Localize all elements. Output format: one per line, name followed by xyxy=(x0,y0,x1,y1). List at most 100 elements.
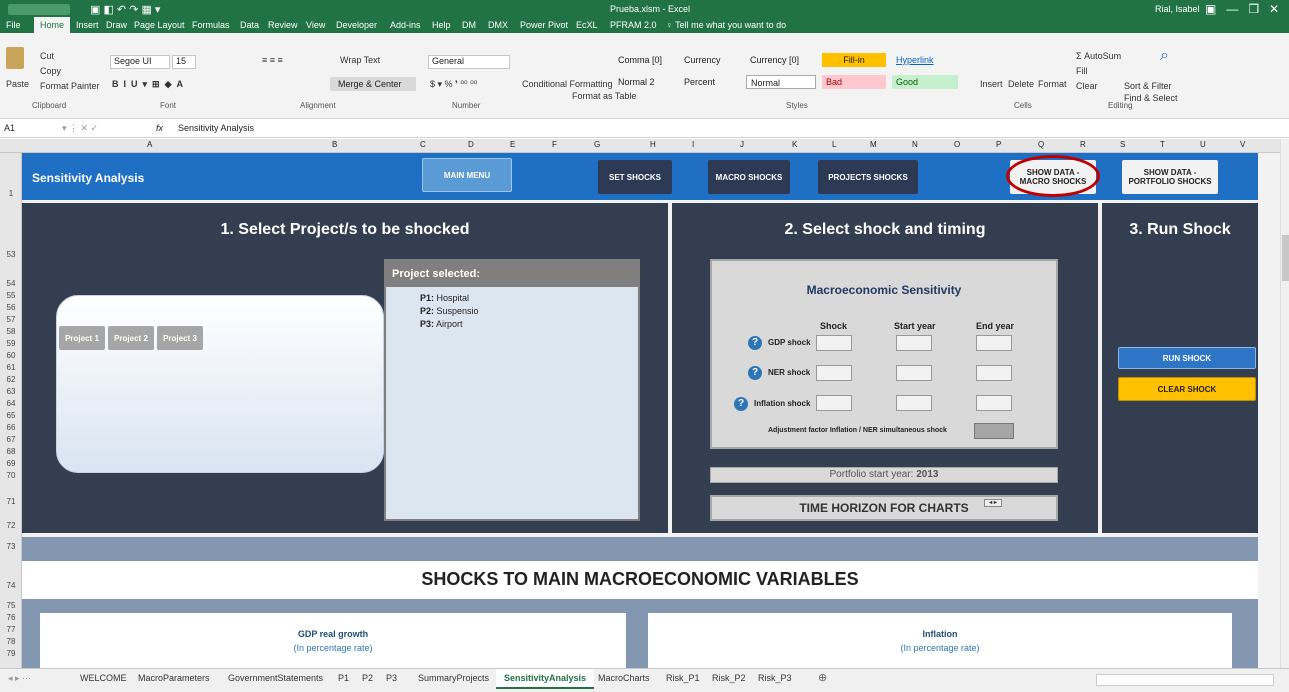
menu-pfram[interactable]: PFRAM 2.0 xyxy=(610,20,657,30)
menu-addins[interactable]: Add-ins xyxy=(390,20,421,30)
clear-button[interactable]: Clear xyxy=(1076,81,1098,91)
name-box[interactable]: A1 xyxy=(4,123,15,133)
horizontal-scrollbar[interactable] xyxy=(1096,674,1274,686)
help-icon[interactable]: ? xyxy=(748,366,762,380)
worksheet[interactable]: Sensitivity Analysis MAIN MENU SET SHOCK… xyxy=(22,153,1280,668)
menu-home[interactable]: Home xyxy=(34,17,71,33)
show-data-portfolio-button[interactable]: SHOW DATA - PORTFOLIO SHOCKS xyxy=(1122,160,1218,194)
row-header[interactable]: 67 xyxy=(0,435,22,444)
alignment-buttons[interactable]: ≡ ≡ ≡ xyxy=(262,55,283,65)
project-1-button[interactable]: Project 1 xyxy=(59,326,105,350)
style-normal[interactable]: Normal xyxy=(746,75,816,89)
style-normal2[interactable]: Normal 2 xyxy=(614,75,674,89)
row-header[interactable]: 78 xyxy=(0,637,22,646)
row-header[interactable]: 59 xyxy=(0,339,22,348)
inflation-start-input[interactable] xyxy=(896,395,932,411)
help-icon[interactable]: ? xyxy=(748,336,762,350)
col-header[interactable]: L xyxy=(832,140,836,149)
inflation-end-input[interactable] xyxy=(976,395,1012,411)
tab-governmentstatements[interactable]: GovernmentStatements xyxy=(228,673,323,683)
col-header[interactable]: R xyxy=(1080,140,1086,149)
paste-icon[interactable] xyxy=(6,47,24,69)
menu-ecxl[interactable]: EcXL xyxy=(576,20,598,30)
clear-shock-button[interactable]: CLEAR SHOCK xyxy=(1118,377,1256,401)
tab-macroparameters[interactable]: MacroParameters xyxy=(138,673,210,683)
row-header[interactable]: 71 xyxy=(0,497,22,506)
number-format-select[interactable]: General xyxy=(428,55,510,69)
scrollbar-thumb[interactable] xyxy=(1282,235,1289,281)
gdp-start-input[interactable] xyxy=(896,335,932,351)
style-currency[interactable]: Currency xyxy=(680,53,740,67)
col-header[interactable]: T xyxy=(1160,140,1165,149)
menu-draw[interactable]: Draw xyxy=(106,20,127,30)
tell-me-box[interactable]: ♀ Tell me what you want to do xyxy=(666,20,786,30)
tab-p2[interactable]: P2 xyxy=(362,673,373,683)
tab-risk-p2[interactable]: Risk_P2 xyxy=(712,673,746,683)
row-header[interactable]: 61 xyxy=(0,363,22,372)
row-header[interactable]: 70 xyxy=(0,471,22,480)
row-header[interactable]: 76 xyxy=(0,613,22,622)
font-format-buttons[interactable]: B I U ▾ ⊞ ◆ A xyxy=(112,79,183,90)
col-header[interactable]: S xyxy=(1120,140,1125,149)
gdp-shock-input[interactable] xyxy=(816,335,852,351)
delete-cells-button[interactable]: Delete xyxy=(1008,79,1034,89)
tab-nav-arrows[interactable]: ◂ ▸ ⋯ xyxy=(8,673,31,684)
tab-risk-p1[interactable]: Risk_P1 xyxy=(666,673,700,683)
col-header[interactable]: G xyxy=(594,140,600,149)
formula-buttons[interactable]: ▾ ⋮ ✕ ✓ xyxy=(62,123,98,134)
row-header[interactable]: 79 xyxy=(0,649,22,658)
row-header[interactable]: 73 xyxy=(0,542,22,551)
row-header[interactable]: 69 xyxy=(0,459,22,468)
row-header[interactable]: 53 xyxy=(0,250,22,259)
format-as-table-button[interactable]: Format as Table xyxy=(572,91,636,101)
col-header[interactable]: N xyxy=(912,140,918,149)
macro-shocks-button[interactable]: MACRO SHOCKS xyxy=(708,160,790,194)
font-name-select[interactable]: Segoe UI xyxy=(110,55,170,69)
paste-button[interactable]: Paste xyxy=(6,79,29,89)
format-painter-button[interactable]: Format Painter xyxy=(40,81,100,91)
row-header[interactable]: 74 xyxy=(0,581,22,590)
col-header[interactable]: I xyxy=(692,140,694,149)
gdp-end-input[interactable] xyxy=(976,335,1012,351)
quick-access-toolbar[interactable]: ▣ ◧ ↶ ↷ ▦ ▾ xyxy=(90,3,160,16)
menu-dm[interactable]: DM xyxy=(462,20,476,30)
gdp-chart[interactable]: GDP real growth (In percentage rate) xyxy=(40,613,626,668)
menu-data[interactable]: Data xyxy=(240,20,259,30)
col-header[interactable]: C xyxy=(420,140,426,149)
help-icon[interactable]: ? xyxy=(734,397,748,411)
tab-p3[interactable]: P3 xyxy=(386,673,397,683)
style-currency0[interactable]: Currency [0] xyxy=(746,53,816,67)
style-comma0[interactable]: Comma [0] xyxy=(614,53,674,67)
col-header[interactable]: K xyxy=(792,140,797,149)
tab-sensitivityanalysis[interactable]: SensitivityAnalysis xyxy=(496,669,595,689)
row-header[interactable]: 57 xyxy=(0,315,22,324)
adjustment-factor-input[interactable] xyxy=(974,423,1014,439)
project-3-button[interactable]: Project 3 xyxy=(157,326,203,350)
fill-button[interactable]: Fill xyxy=(1076,66,1088,76)
autosum-button[interactable]: Σ AutoSum xyxy=(1076,51,1121,61)
tab-p1[interactable]: P1 xyxy=(338,673,349,683)
tab-welcome[interactable]: WELCOME xyxy=(80,673,127,683)
row-header[interactable]: 77 xyxy=(0,625,22,634)
font-size-select[interactable]: 15 xyxy=(172,55,196,69)
col-header[interactable]: H xyxy=(650,140,656,149)
row-header[interactable]: 1 xyxy=(0,189,22,198)
menu-view[interactable]: View xyxy=(306,20,325,30)
col-header[interactable]: J xyxy=(740,140,744,149)
col-header[interactable]: F xyxy=(552,140,557,149)
row-header[interactable]: 54 xyxy=(0,279,22,288)
row-header[interactable]: 66 xyxy=(0,423,22,432)
menu-help[interactable]: Help xyxy=(432,20,451,30)
add-sheet-icon[interactable]: ⊕ xyxy=(818,671,827,684)
row-header[interactable]: 60 xyxy=(0,351,22,360)
col-header[interactable]: V xyxy=(1240,140,1245,149)
ner-start-input[interactable] xyxy=(896,365,932,381)
row-header[interactable]: 58 xyxy=(0,327,22,336)
vertical-scrollbar[interactable] xyxy=(1280,139,1289,668)
menu-page-layout[interactable]: Page Layout xyxy=(134,20,185,30)
menu-power-pivot[interactable]: Power Pivot xyxy=(520,20,568,30)
conditional-formatting-button[interactable]: Conditional Formatting xyxy=(522,79,613,89)
menu-developer[interactable]: Developer xyxy=(336,20,377,30)
set-shocks-button[interactable]: SET SHOCKS xyxy=(598,160,672,194)
merge-center-button[interactable]: Merge & Center xyxy=(330,77,416,91)
